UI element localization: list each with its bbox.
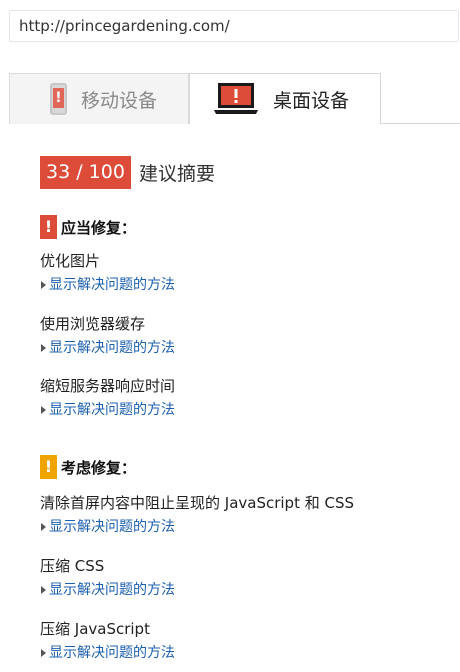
error-icon: ! [40,215,57,239]
tab-desktop[interactable]: 桌面设备 [189,73,381,125]
score-row: 33 / 100 建议摘要 [40,156,450,189]
tab-mobile[interactable]: ! 移动设备 [9,73,189,124]
show-fix-link[interactable]: 显示解决问题的方法 [40,517,354,537]
rule-title: 压缩 CSS [40,557,105,575]
url-field[interactable]: http://princegardening.com/ [9,10,459,42]
show-fix-link[interactable]: 显示解决问题的方法 [40,275,175,295]
rule-item: 优化图片 显示解决问题的方法 [40,250,175,295]
rule-title: 压缩 JavaScript [40,620,150,638]
rule-title: 优化图片 [40,252,101,270]
tab-mobile-label: 移动设备 [81,89,158,112]
consider-fixing-heading: ! 考虑修复： [40,455,136,479]
consider-fixing-label: 考虑修复： [61,458,137,477]
rule-item: 缩短服务器响应时间 显示解决问题的方法 [40,375,175,420]
score-badge: 33 / 100 [40,156,131,189]
rule-item: 压缩 CSS 显示解决问题的方法 [40,555,175,600]
score-title: 建议摘要 [138,163,215,185]
expand-triangle-icon [41,344,46,352]
expand-triangle-icon [41,281,46,289]
tab-desktop-label: 桌面设备 [273,89,350,112]
results-panel: 33 / 100 建议摘要 ! 应当修复： 优化图片 显示解决问题的方法 使用浏… [40,156,450,661]
rule-item: 压缩 JavaScript 显示解决问题的方法 [40,618,175,663]
warning-icon: ! [40,455,57,479]
should-fix-label: 应当修复： [61,218,137,237]
rule-item: 清除首屏内容中阻止呈现的 JavaScript 和 CSS 显示解决问题的方法 [40,492,354,537]
expand-triangle-icon [41,523,46,531]
desktop-warning-icon [213,82,259,116]
rule-title: 使用浏览器缓存 [40,315,146,333]
rule-title: 清除首屏内容中阻止呈现的 JavaScript 和 CSS [40,494,355,512]
rule-title: 缩短服务器响应时间 [40,377,176,395]
phone-warning-icon: ! [50,83,67,115]
rule-item: 使用浏览器缓存 显示解决问题的方法 [40,313,175,358]
expand-triangle-icon [41,649,46,657]
expand-triangle-icon [41,406,46,414]
device-tabs: ! 移动设备 桌面设备 [9,73,460,125]
show-fix-link[interactable]: 显示解决问题的方法 [40,338,175,358]
expand-triangle-icon [41,586,46,594]
show-fix-link[interactable]: 显示解决问题的方法 [40,643,175,663]
should-fix-heading: ! 应当修复： [40,215,136,239]
show-fix-link[interactable]: 显示解决问题的方法 [40,400,175,420]
show-fix-link[interactable]: 显示解决问题的方法 [40,580,175,600]
